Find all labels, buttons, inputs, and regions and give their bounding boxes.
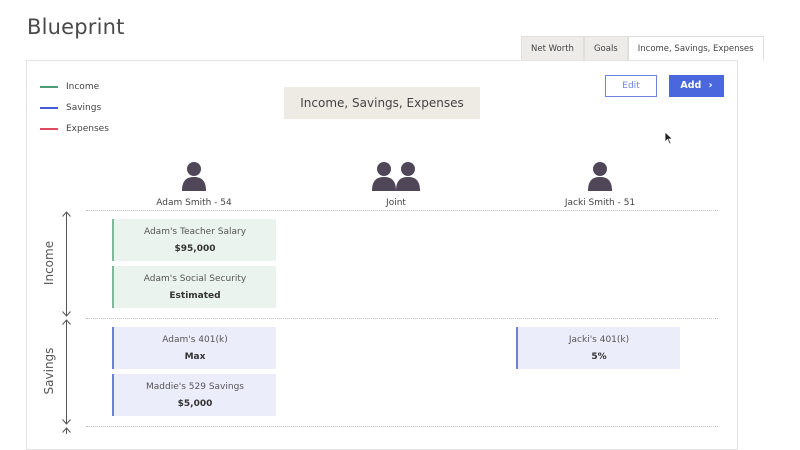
card-value: Max bbox=[184, 352, 206, 362]
income-card-social-security[interactable]: Adam's Social Security Estimated bbox=[112, 266, 276, 308]
income-card-teacher-salary[interactable]: Adam's Teacher Salary $95,000 bbox=[112, 219, 276, 261]
legend-label: Savings bbox=[66, 102, 102, 113]
row-axis-line bbox=[66, 212, 67, 315]
arrow-down-icon bbox=[62, 311, 71, 317]
legend-item-expenses: Expenses bbox=[40, 118, 109, 139]
row-axis-line bbox=[66, 428, 67, 434]
card-name: Adam's 401(k) bbox=[162, 335, 228, 345]
mouse-cursor-icon bbox=[664, 131, 674, 145]
card-name: Adam's Teacher Salary bbox=[143, 227, 247, 237]
legend-swatch-savings bbox=[40, 106, 58, 109]
row-divider bbox=[86, 210, 718, 211]
card-name: Jacki's 401(k) bbox=[568, 335, 630, 345]
card-value: $5,000 bbox=[177, 399, 213, 409]
legend-swatch-income bbox=[40, 85, 58, 88]
card-value: Estimated bbox=[169, 291, 221, 301]
legend-label: Income bbox=[66, 81, 100, 92]
row-divider bbox=[86, 426, 718, 427]
row-divider bbox=[86, 318, 718, 319]
person-icon bbox=[588, 162, 612, 191]
person-icon bbox=[182, 162, 206, 191]
legend-item-income: Income bbox=[40, 76, 109, 97]
person-label-joint: Joint bbox=[386, 198, 406, 208]
add-button-label: Add bbox=[680, 80, 702, 91]
row-label-income: Income bbox=[42, 240, 56, 286]
person-label-adam: Adam Smith - 54 bbox=[156, 198, 232, 208]
card-value: 5% bbox=[591, 352, 607, 362]
tab-bar: Net Worth Goals Income, Savings, Expense… bbox=[521, 36, 764, 60]
edit-button[interactable]: Edit bbox=[605, 75, 657, 97]
card-value: $95,000 bbox=[174, 244, 216, 254]
row-label-savings: Savings bbox=[42, 347, 56, 395]
section-title: Income, Savings, Expenses bbox=[284, 87, 480, 119]
legend-item-savings: Savings bbox=[40, 97, 109, 118]
legend-label: Expenses bbox=[66, 123, 109, 134]
card-name: Maddie's 529 Savings bbox=[146, 382, 244, 392]
people-icon bbox=[372, 162, 420, 191]
savings-card-jacki-401k[interactable]: Jacki's 401(k) 5% bbox=[516, 327, 680, 369]
legend-swatch-expenses bbox=[40, 127, 58, 130]
row-axis-line bbox=[66, 320, 67, 423]
page-title: Blueprint bbox=[27, 15, 125, 39]
tab-income-savings-expenses[interactable]: Income, Savings, Expenses bbox=[627, 36, 764, 60]
savings-card-adam-401k[interactable]: Adam's 401(k) Max bbox=[112, 327, 276, 369]
arrow-down-icon bbox=[62, 419, 71, 425]
card-name: Adam's Social Security bbox=[143, 274, 247, 284]
tab-goals[interactable]: Goals bbox=[583, 36, 628, 60]
person-label-jacki: Jacki Smith - 51 bbox=[564, 198, 636, 208]
chevron-right-icon: › bbox=[708, 80, 713, 91]
savings-card-maddie-529[interactable]: Maddie's 529 Savings $5,000 bbox=[112, 374, 276, 416]
legend: Income Savings Expenses bbox=[40, 76, 109, 139]
add-button[interactable]: Add › bbox=[669, 75, 724, 97]
tab-net-worth[interactable]: Net Worth bbox=[521, 36, 584, 60]
